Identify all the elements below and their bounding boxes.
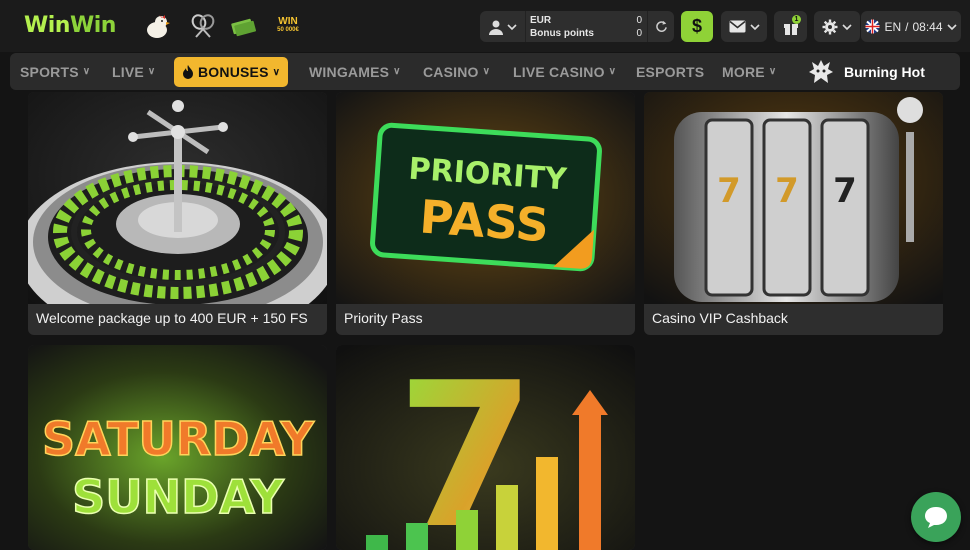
dragon-icon	[809, 59, 833, 83]
language-time-selector[interactable]: EN / 08:44	[861, 11, 961, 42]
balance-labels: EUR Bonus points	[530, 14, 594, 40]
bonus-card-priority-pass[interactable]: PRIORITY PASS Priority Pass	[336, 92, 635, 335]
nav-live[interactable]: LIVE ∨	[112, 53, 155, 90]
slot-machine-image: 7 7 7	[644, 92, 943, 304]
gear-icon	[822, 19, 838, 34]
messages-button[interactable]	[721, 11, 767, 42]
site-logo[interactable]: WinWin	[24, 13, 116, 38]
chevron-down-icon	[749, 23, 760, 30]
refresh-icon	[656, 20, 667, 32]
lucky-seven-image: 7	[336, 345, 635, 550]
roulette-image	[28, 92, 327, 304]
bonus-points-label: Bonus points	[530, 28, 594, 39]
chat-icon	[925, 507, 947, 528]
chevron-down-icon	[946, 23, 957, 30]
chevron-down-icon: ∨	[272, 66, 281, 78]
nav-bonuses[interactable]: BONUSES ∨	[174, 57, 289, 87]
account-panel[interactable]: EUR Bonus points 0 0	[480, 11, 674, 42]
saturday-art-text: SATURDAY	[42, 412, 315, 466]
refresh-balance-button[interactable]	[647, 11, 675, 42]
weekend-image: SATURDAY SUNDAY	[28, 345, 327, 550]
reel-symbol: 7	[833, 171, 857, 211]
rackets-promo-icon[interactable]	[186, 10, 220, 42]
user-icon	[489, 20, 503, 35]
pass-art-text: PASS	[418, 189, 551, 252]
chevron-down-icon: ∨	[82, 66, 91, 77]
nav-more[interactable]: MORE ∨	[722, 53, 776, 90]
chicken-promo-icon[interactable]	[140, 10, 174, 42]
card-title: Casino VIP Cashback	[652, 310, 788, 326]
language-label: EN	[884, 19, 902, 34]
gift-count-badge: 1	[792, 15, 801, 24]
gifts-button[interactable]: 1	[774, 11, 807, 42]
cash-promo-icon[interactable]	[226, 10, 260, 42]
reel-symbol: 7	[775, 171, 799, 211]
separator: /	[905, 19, 909, 34]
priority-pass-image: PRIORITY PASS	[336, 92, 635, 304]
bonus-card-welcome[interactable]: Welcome package up to 400 EUR + 150 FS	[28, 92, 327, 335]
nav-live-casino[interactable]: LIVE CASINO ∨	[513, 53, 616, 90]
chevron-down-icon: ∨	[147, 66, 156, 77]
card-title: Priority Pass	[344, 310, 423, 326]
chevron-down-icon: ∨	[482, 66, 491, 77]
bonus-points-value: 0	[636, 28, 642, 39]
chevron-down-icon	[842, 23, 852, 30]
mail-icon	[729, 20, 745, 33]
burning-hot-link[interactable]: Burning Hot	[808, 53, 925, 90]
bonus-card-lucky-seven[interactable]: 7	[336, 345, 635, 550]
currency-label: EUR	[530, 15, 552, 26]
dollar-icon: $	[691, 16, 702, 36]
reel-symbol: 7	[717, 171, 741, 211]
clock-time: 08:44	[912, 19, 943, 34]
nav-esports[interactable]: ESPORTS	[636, 53, 704, 90]
bonus-card-vip-cashback[interactable]: 7 7 7 Casino VIP Cashback	[644, 92, 943, 335]
balance-values: 0 0	[604, 14, 642, 40]
uk-flag-icon	[865, 19, 880, 34]
chevron-down-icon: ∨	[768, 66, 777, 77]
card-title: Welcome package up to 400 EUR + 150 FS	[36, 310, 308, 326]
deposit-button[interactable]: $	[681, 11, 713, 42]
live-chat-button[interactable]	[911, 492, 961, 542]
balance-value: 0	[636, 15, 642, 26]
bonus-card-weekend[interactable]: SATURDAY SUNDAY	[28, 345, 327, 550]
nav-sports[interactable]: SPORTS ∨	[20, 53, 90, 90]
chevron-down-icon	[507, 23, 517, 30]
win-promo-icon[interactable]: WIN 50 000€	[268, 10, 308, 42]
top-header: WinWin WIN 50 000€ EUR Bonus points 0 0 …	[0, 0, 970, 52]
sunday-art-text: SUNDAY	[72, 470, 284, 524]
nav-wingames[interactable]: WINGAMES ∨	[309, 53, 401, 90]
main-nav: SPORTS ∨ LIVE ∨ BONUSES ∨ WINGAMES ∨ CASINO ∨…	[10, 53, 960, 90]
nav-casino[interactable]: CASINO ∨	[423, 53, 490, 90]
fire-icon	[183, 65, 193, 79]
chevron-down-icon: ∨	[608, 66, 617, 77]
user-menu-button[interactable]	[480, 11, 526, 42]
chevron-down-icon: ∨	[393, 66, 401, 77]
settings-button[interactable]	[814, 11, 860, 42]
